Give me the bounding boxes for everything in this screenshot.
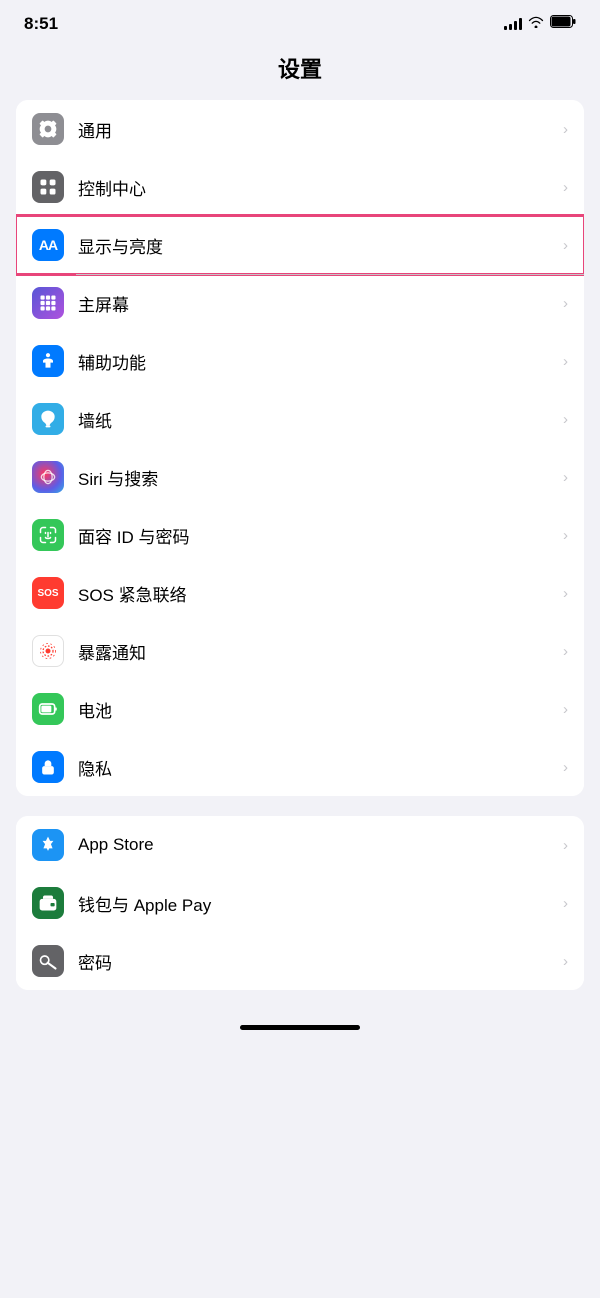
status-bar: 8:51 <box>0 0 600 42</box>
privacy-icon <box>32 751 64 783</box>
settings-home-screen[interactable]: 主屏幕 › <box>16 274 584 332</box>
general-label: 通用 <box>78 117 555 142</box>
settings-wallet[interactable]: 钱包与 Apple Pay › <box>16 874 584 932</box>
control-center-icon <box>32 171 64 203</box>
settings-exposure[interactable]: 暴露通知 › <box>16 622 584 680</box>
home-screen-label: 主屏幕 <box>78 291 555 316</box>
status-time: 8:51 <box>24 14 58 34</box>
home-screen-chevron: › <box>563 295 568 312</box>
settings-faceid[interactable]: 面容 ID 与密码 › <box>16 506 584 564</box>
section-apps: App Store › 钱包与 Apple Pay › 密码 › <box>16 816 584 990</box>
battery-chevron: › <box>563 701 568 718</box>
home-indicator-area <box>0 1010 600 1040</box>
exposure-icon <box>32 635 64 667</box>
display-label: 显示与亮度 <box>78 233 555 258</box>
control-center-chevron: › <box>563 179 568 196</box>
passwords-icon <box>32 945 64 977</box>
control-center-label: 控制中心 <box>78 175 555 200</box>
appstore-icon <box>32 829 64 861</box>
display-chevron: › <box>563 237 568 254</box>
settings-passwords[interactable]: 密码 › <box>16 932 584 990</box>
wallpaper-chevron: › <box>563 411 568 428</box>
wallpaper-icon <box>32 403 64 435</box>
appstore-label: App Store <box>78 835 555 855</box>
sos-label: SOS 紧急联络 <box>78 581 555 606</box>
settings-siri[interactable]: Siri 与搜索 › <box>16 448 584 506</box>
faceid-chevron: › <box>563 527 568 544</box>
settings-appstore[interactable]: App Store › <box>16 816 584 874</box>
siri-label: Siri 与搜索 <box>78 465 555 490</box>
wallet-label: 钱包与 Apple Pay <box>78 891 555 916</box>
appstore-chevron: › <box>563 837 568 854</box>
battery-label: 电池 <box>78 697 555 722</box>
passwords-label: 密码 <box>78 949 555 974</box>
settings-battery[interactable]: 电池 › <box>16 680 584 738</box>
faceid-icon <box>32 519 64 551</box>
page-title: 设置 <box>0 52 600 84</box>
status-icons <box>504 15 576 33</box>
wallet-icon <box>32 887 64 919</box>
display-icon: AA <box>32 229 64 261</box>
home-indicator <box>240 1025 360 1030</box>
privacy-chevron: › <box>563 759 568 776</box>
sos-chevron: › <box>563 585 568 602</box>
signal-icon <box>504 18 522 30</box>
faceid-label: 面容 ID 与密码 <box>78 523 555 548</box>
settings-general[interactable]: 通用 › <box>16 100 584 158</box>
accessibility-label: 辅助功能 <box>78 349 555 374</box>
privacy-label: 隐私 <box>78 755 555 780</box>
accessibility-icon <box>32 345 64 377</box>
exposure-chevron: › <box>563 643 568 660</box>
siri-chevron: › <box>563 469 568 486</box>
general-chevron: › <box>563 121 568 138</box>
battery-icon <box>550 15 576 33</box>
sos-icon: SOS <box>32 577 64 609</box>
settings-control-center[interactable]: 控制中心 › <box>16 158 584 216</box>
page-title-container: 设置 <box>0 42 600 100</box>
home-screen-icon <box>32 287 64 319</box>
settings-accessibility[interactable]: 辅助功能 › <box>16 332 584 390</box>
settings-wallpaper[interactable]: 墙纸 › <box>16 390 584 448</box>
settings-privacy[interactable]: 隐私 › <box>16 738 584 796</box>
exposure-label: 暴露通知 <box>78 639 555 664</box>
passwords-chevron: › <box>563 953 568 970</box>
section-system: 通用 › 控制中心 › AA 显示与亮度 › <box>16 100 584 796</box>
battery-settings-icon <box>32 693 64 725</box>
settings-sos[interactable]: SOS SOS 紧急联络 › <box>16 564 584 622</box>
wallet-chevron: › <box>563 895 568 912</box>
wifi-icon <box>528 15 544 33</box>
siri-icon <box>32 461 64 493</box>
accessibility-chevron: › <box>563 353 568 370</box>
wallpaper-label: 墙纸 <box>78 407 555 432</box>
general-icon <box>32 113 64 145</box>
settings-display[interactable]: AA 显示与亮度 › <box>16 216 584 274</box>
